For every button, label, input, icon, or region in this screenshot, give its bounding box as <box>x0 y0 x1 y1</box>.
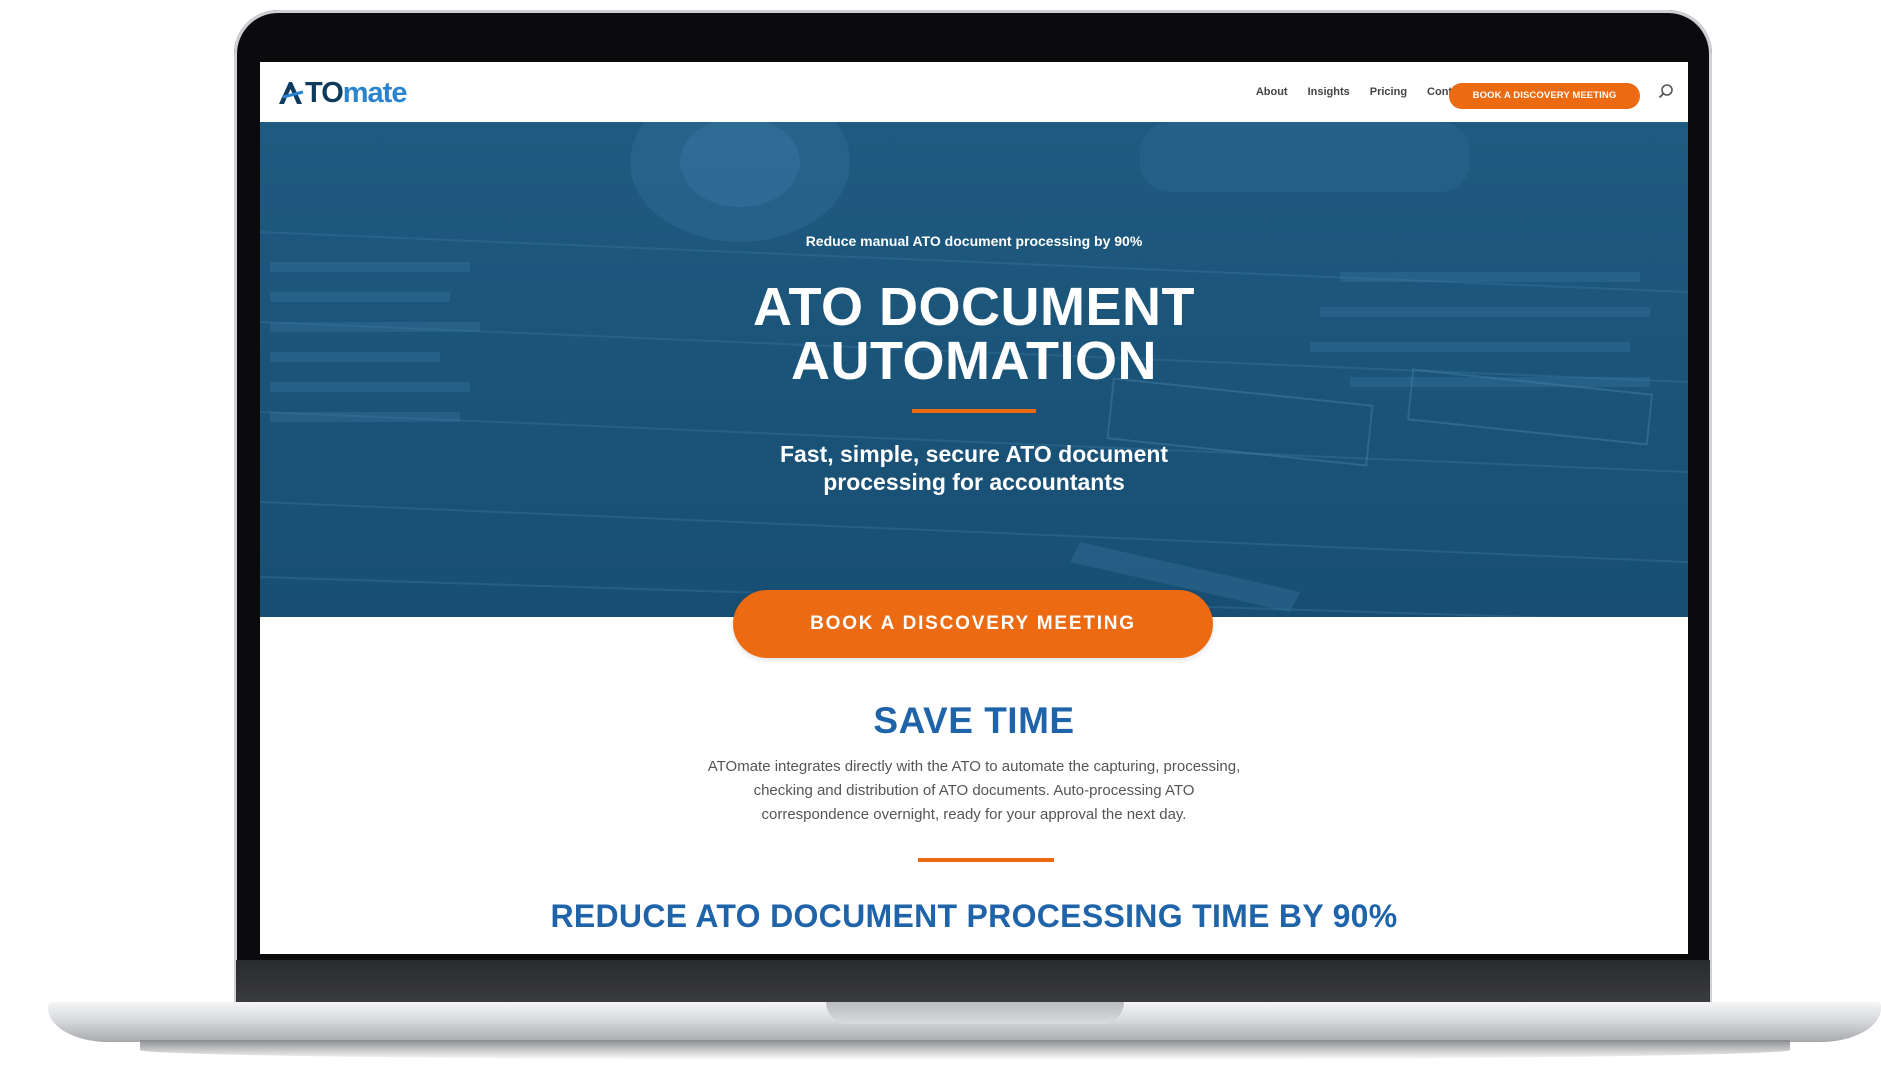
laptop-notch <box>826 1002 1124 1024</box>
hero-title-line-1: ATO DOCUMENT <box>753 277 1195 337</box>
save-time-body: ATOmate integrates directly with the ATO… <box>664 755 1284 827</box>
section-divider <box>918 858 1054 862</box>
save-time-line-1: ATOmate integrates directly with the ATO… <box>707 758 1241 775</box>
save-time-line-3: correspondence overnight, ready for your… <box>761 806 1187 823</box>
hero-divider <box>912 409 1036 413</box>
hero-subtitle: Fast, simple, secure ATO document proces… <box>260 440 1688 496</box>
nav-insights[interactable]: Insights <box>1308 86 1350 98</box>
book-discovery-meeting-button[interactable]: BOOK A DISCOVERY MEETING <box>733 590 1213 658</box>
main-nav: About Insights Pricing Contact <box>1256 86 1468 98</box>
save-time-line-2: checking and distribution of ATO documen… <box>753 782 1195 799</box>
logo-text-to: TO <box>305 76 344 109</box>
hero-kicker: Reduce manual ATO document processing by… <box>805 233 1143 249</box>
search-icon[interactable] <box>1656 82 1676 102</box>
logo-a-icon <box>279 82 304 104</box>
hero-title-line-2: AUTOMATION <box>791 331 1157 391</box>
nav-pricing[interactable]: Pricing <box>1370 86 1407 98</box>
reduce-time-heading: REDUCE ATO DOCUMENT PROCESSING TIME BY 9… <box>550 898 1398 934</box>
save-time-heading: SAVE TIME <box>873 700 1075 741</box>
atomate-logo[interactable]: TO mate <box>278 76 408 110</box>
hero-subtitle-line-1: Fast, simple, secure ATO document <box>779 441 1169 467</box>
laptop-shadow <box>140 1040 1790 1060</box>
logo-text-mate: mate <box>342 76 408 109</box>
hero-title: ATO DOCUMENT AUTOMATION <box>260 280 1688 388</box>
site-header: TO mate About Insights Pricing Contact B… <box>260 62 1688 122</box>
header-book-meeting-button[interactable]: BOOK A DISCOVERY MEETING <box>1449 83 1640 109</box>
hero-subtitle-line-2: processing for accountants <box>823 469 1125 495</box>
hero-section: Reduce manual ATO document processing by… <box>260 122 1688 617</box>
nav-about[interactable]: About <box>1256 86 1288 98</box>
laptop-screen: TO mate About Insights Pricing Contact B… <box>260 62 1688 954</box>
laptop-hinge <box>236 960 1710 1002</box>
